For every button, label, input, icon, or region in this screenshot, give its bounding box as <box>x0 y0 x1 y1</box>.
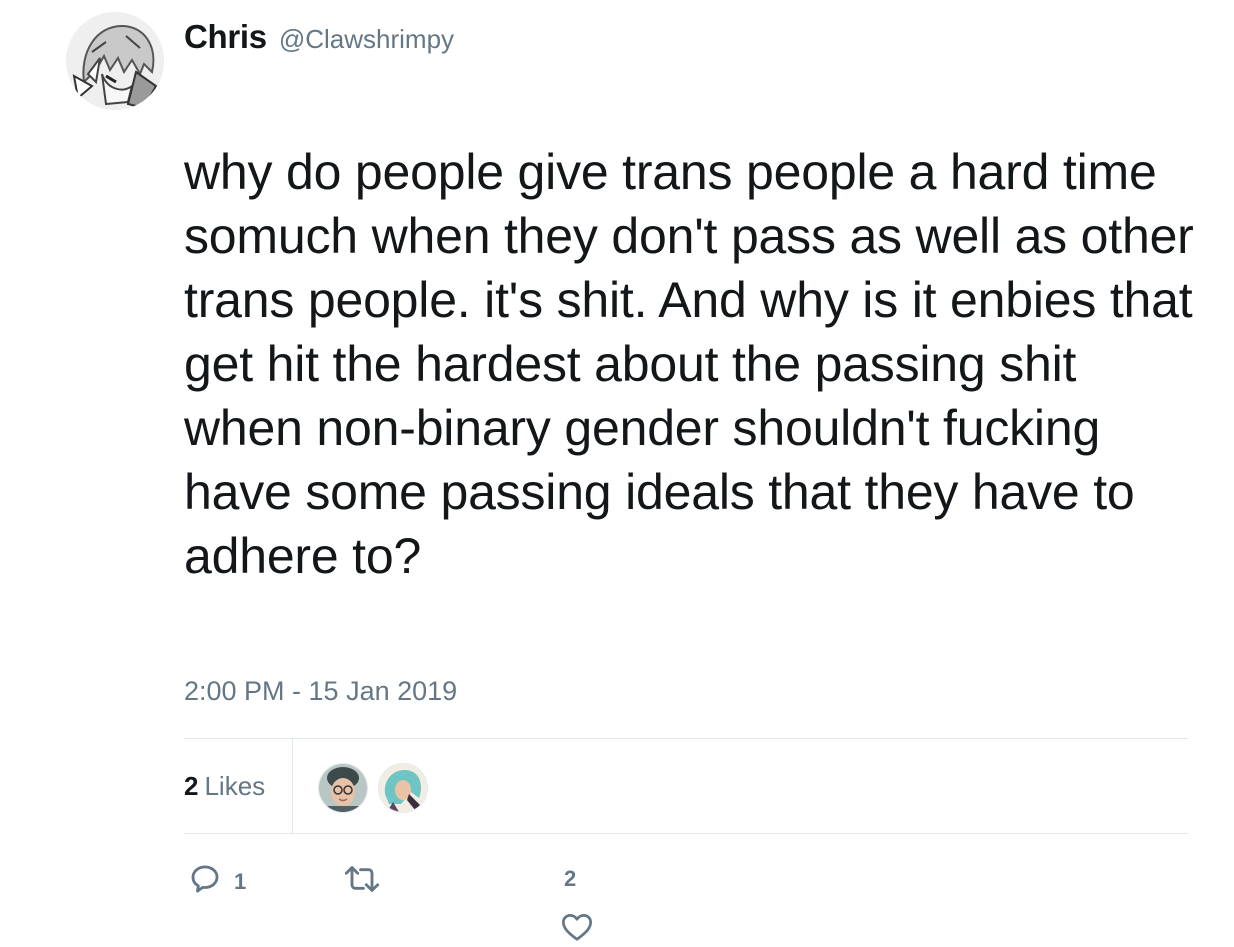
author-name[interactable]: Chris <box>184 18 267 56</box>
heart-icon <box>560 912 594 947</box>
liker-avatar[interactable] <box>318 763 368 813</box>
avatar-illustration <box>66 12 164 110</box>
tweet-stats: 2 Likes <box>184 738 1188 834</box>
tweet-actions: 1 2 <box>184 856 784 947</box>
retweet-arrows-icon <box>342 864 382 899</box>
liker-avatar-illustration <box>379 764 427 812</box>
like-button[interactable]: 2 <box>562 866 602 947</box>
reply-count: 1 <box>234 868 247 894</box>
likes-count: 2 <box>184 770 199 801</box>
likes-label: Likes <box>204 770 266 801</box>
liker-avatar-illustration <box>319 764 367 812</box>
reply-button[interactable]: 1 <box>188 862 246 901</box>
like-count: 2 <box>564 866 577 891</box>
tweet-timestamp[interactable]: 2:00 PM - 15 Jan 2019 <box>184 676 457 707</box>
tweet-author[interactable]: Chris @Clawshrimpy <box>184 18 454 56</box>
retweet-button[interactable] <box>342 864 394 899</box>
author-handle[interactable]: @Clawshrimpy <box>279 24 454 55</box>
tweet-text: why do people give trans people a hard t… <box>184 144 1194 584</box>
likes-stat[interactable]: 2 Likes <box>184 739 293 833</box>
liker-avatar[interactable] <box>378 763 428 813</box>
reply-bubble-icon <box>188 862 222 901</box>
author-avatar[interactable] <box>66 12 164 110</box>
